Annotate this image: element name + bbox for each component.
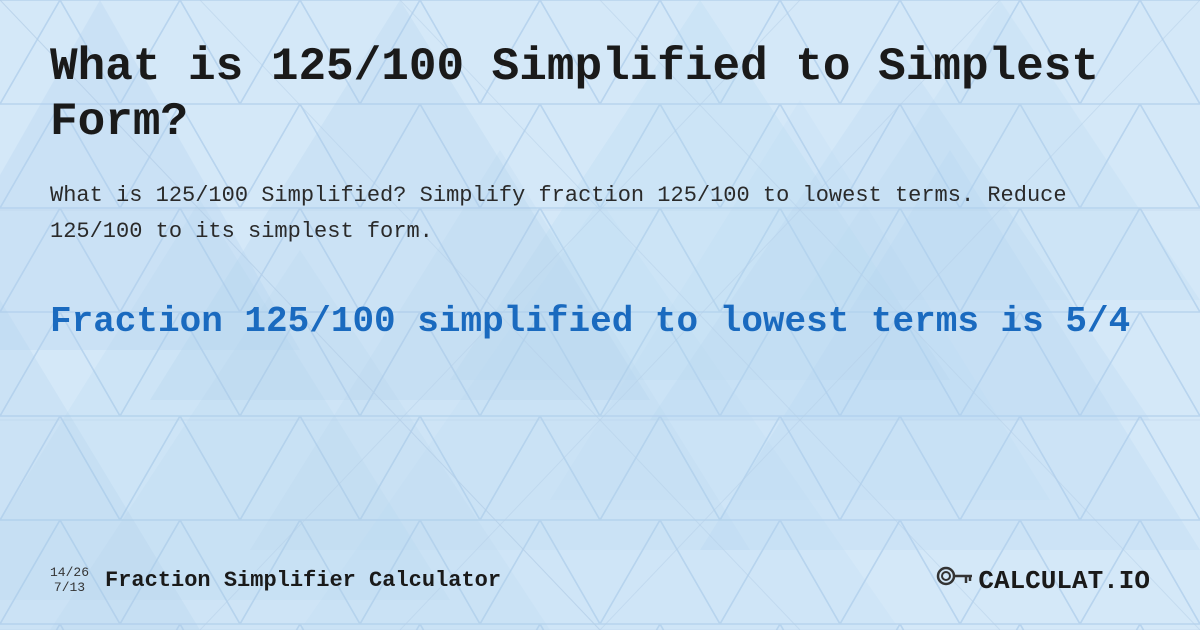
result-section: Fraction 125/100 simplified to lowest te… xyxy=(50,299,1150,346)
footer-logo: CALCULAT.IO xyxy=(936,561,1150,600)
result-title: Fraction 125/100 simplified to lowest te… xyxy=(50,299,1150,346)
fraction-bottom: 7/13 xyxy=(54,581,85,595)
logo-text: CALCULAT.IO xyxy=(978,566,1150,596)
footer-fraction: 14/26 7/13 xyxy=(50,566,89,595)
footer-label: Fraction Simplifier Calculator xyxy=(105,568,501,593)
footer: 14/26 7/13 Fraction Simplifier Calculato… xyxy=(50,561,1150,600)
page-title: What is 125/100 Simplified to Simplest F… xyxy=(50,40,1150,150)
main-content: What is 125/100 Simplified to Simplest F… xyxy=(0,0,1200,630)
fraction-top: 14/26 xyxy=(50,566,89,580)
description-text: What is 125/100 Simplified? Simplify fra… xyxy=(50,178,1150,248)
logo-icon xyxy=(936,561,972,600)
